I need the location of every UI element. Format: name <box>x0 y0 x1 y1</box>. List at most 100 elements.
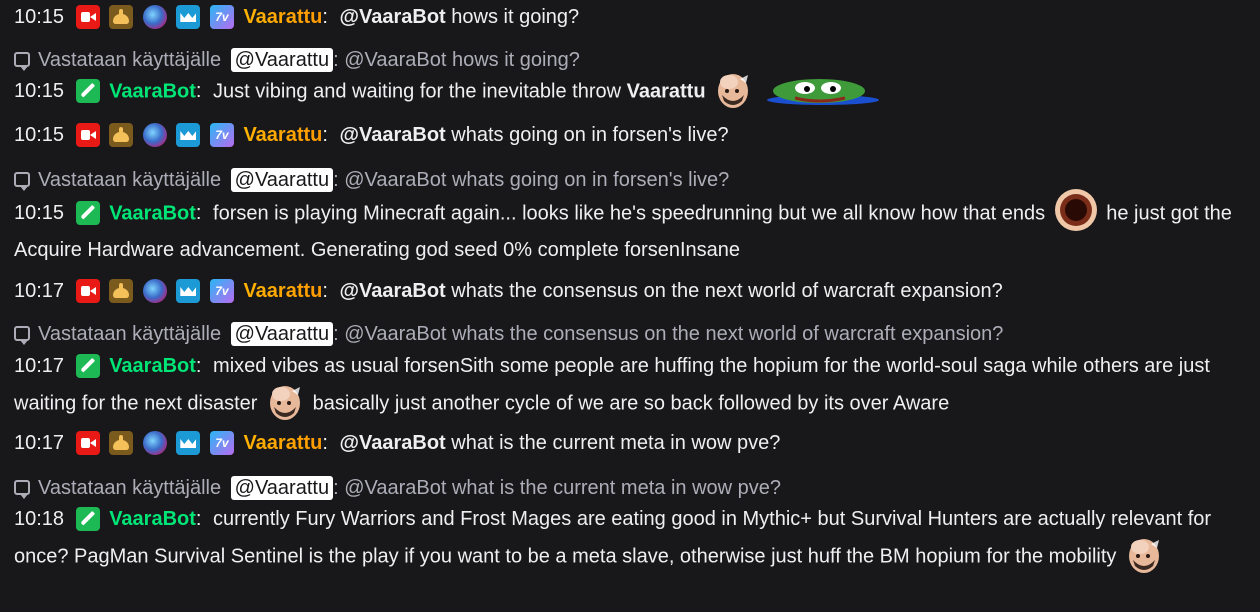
reply-icon <box>14 480 30 499</box>
chat-message: 10:15 VaaraBot: Just vibing and waiting … <box>14 75 1250 112</box>
bald-face-emote[interactable] <box>714 71 752 109</box>
username[interactable]: Vaarattu <box>243 124 322 146</box>
badge-list: 7v <box>75 279 238 312</box>
chat-message: 10:18 VaaraBot: currently Fury Warriors … <box>14 503 1250 574</box>
video-badge-icon[interactable] <box>75 431 100 455</box>
crown-badge-icon[interactable] <box>176 5 201 29</box>
message-text: Just vibing and waiting for the inevitab… <box>213 80 622 103</box>
pepe-emote[interactable] <box>765 74 881 106</box>
message-text: forsen is playing Minecraft again... loo… <box>213 202 1046 225</box>
message-time: 10:18 <box>14 508 65 530</box>
message-text: what is the current meta in wow pve? <box>451 432 781 454</box>
7tv-badge-icon[interactable]: 7v <box>209 431 234 455</box>
reply-prefix: Vastataan käyttäjälle <box>38 323 222 345</box>
reply-text: : @VaaraBot hows it going? <box>333 49 580 71</box>
badge-list <box>75 354 104 387</box>
crown-badge-icon[interactable] <box>176 279 201 303</box>
bald-face-emote[interactable] <box>266 383 304 421</box>
message-time: 10:15 <box>14 124 65 146</box>
7tv-badge-icon[interactable]: 7v <box>209 5 234 29</box>
hole-emote[interactable] <box>1054 188 1098 232</box>
7tv-badge-icon[interactable]: 7v <box>209 123 234 147</box>
crown-badge-icon[interactable] <box>176 431 201 455</box>
hands-badge-icon[interactable] <box>109 279 134 303</box>
orb-badge-icon[interactable] <box>142 5 167 29</box>
reply-text: : @VaaraBot whats the consensus on the n… <box>333 323 1004 345</box>
mention[interactable]: @VaaraBot <box>340 432 446 454</box>
reply-text: : @VaaraBot what is the current meta in … <box>333 477 781 499</box>
bald-face-emote[interactable] <box>1125 536 1163 574</box>
reply-icon <box>14 326 30 345</box>
reply-user-tag[interactable]: @Vaarattu <box>230 476 334 500</box>
sword-badge-icon[interactable] <box>75 507 100 531</box>
sword-badge-icon[interactable] <box>75 79 100 104</box>
video-badge-icon[interactable] <box>75 5 100 29</box>
username[interactable]: Vaarattu <box>243 280 322 302</box>
message-text: hows it going? <box>451 6 580 28</box>
orb-badge-icon[interactable] <box>142 279 167 303</box>
username[interactable]: VaaraBot <box>109 202 196 224</box>
bold-word: Vaarattu <box>626 80 706 103</box>
reply-prefix: Vastataan käyttäjälle <box>38 169 222 191</box>
badge-list <box>75 507 104 540</box>
reply-prefix: Vastataan käyttäjälle <box>38 49 222 71</box>
reply-context[interactable]: Vastataan käyttäjälle @Vaarattu: @VaaraB… <box>14 472 1250 505</box>
reply-user-tag[interactable]: @Vaarattu <box>230 48 334 72</box>
chat-message: 10:17 7v Vaarattu: @VaaraBot what is the… <box>14 427 1250 464</box>
chat-message: 10:15 7v Vaarattu: @VaaraBot hows it goi… <box>14 1 1250 38</box>
colon: : <box>195 80 202 103</box>
badge-list <box>75 201 104 234</box>
chat-log: 10:15 7v Vaarattu: @VaaraBot hows it goi… <box>0 0 1260 612</box>
message-time: 10:17 <box>14 280 65 302</box>
reply-text: : @VaaraBot whats going on in forsen's l… <box>333 169 730 191</box>
username[interactable]: Vaarattu <box>243 432 322 454</box>
reply-context[interactable]: Vastataan käyttäjälle @Vaarattu: @VaaraB… <box>14 44 1250 77</box>
message-time: 10:17 <box>14 432 65 454</box>
username[interactable]: VaaraBot <box>109 80 196 102</box>
reply-icon <box>14 172 30 191</box>
message-time: 10:17 <box>14 355 65 377</box>
chat-message: 10:15 7v Vaarattu: @VaaraBot whats going… <box>14 119 1250 156</box>
colon: : <box>322 6 328 28</box>
message-time: 10:15 <box>14 6 65 28</box>
colon: : <box>322 280 328 302</box>
reply-icon <box>14 52 30 71</box>
message-text: basically just another cycle of we are s… <box>312 392 950 415</box>
chat-message: 10:17 VaaraBot: mixed vibes as usual for… <box>14 350 1250 421</box>
badge-list: 7v <box>75 431 238 464</box>
colon: : <box>195 508 202 530</box>
badge-list: 7v <box>75 123 238 156</box>
reply-prefix: Vastataan käyttäjälle <box>38 477 222 499</box>
colon: : <box>322 124 328 146</box>
colon: : <box>322 432 328 454</box>
orb-badge-icon[interactable] <box>142 123 167 147</box>
reply-user-tag[interactable]: @Vaarattu <box>230 168 334 192</box>
sword-badge-icon[interactable] <box>75 201 100 226</box>
colon: : <box>195 202 202 225</box>
message-time: 10:15 <box>14 80 65 103</box>
hands-badge-icon[interactable] <box>109 431 134 455</box>
message-text: whats the consensus on the next world of… <box>451 280 1003 302</box>
7tv-badge-icon[interactable]: 7v <box>209 279 234 303</box>
hands-badge-icon[interactable] <box>109 5 134 29</box>
video-badge-icon[interactable] <box>75 279 100 303</box>
mention[interactable]: @VaaraBot <box>340 124 446 146</box>
chat-message: 10:15 VaaraBot: forsen is playing Minecr… <box>14 189 1250 267</box>
badge-list <box>75 79 104 112</box>
colon: : <box>195 355 202 377</box>
reply-user-tag[interactable]: @Vaarattu <box>230 322 334 346</box>
mention[interactable]: @VaaraBot <box>340 6 446 28</box>
reply-context[interactable]: Vastataan käyttäjälle @Vaarattu: @VaaraB… <box>14 318 1250 351</box>
username[interactable]: VaaraBot <box>109 355 196 377</box>
mention[interactable]: @VaaraBot <box>340 280 446 302</box>
badge-list: 7v <box>75 5 238 38</box>
hands-badge-icon[interactable] <box>109 123 134 147</box>
orb-badge-icon[interactable] <box>142 431 167 455</box>
sword-badge-icon[interactable] <box>75 354 100 378</box>
crown-badge-icon[interactable] <box>176 123 201 147</box>
username[interactable]: Vaarattu <box>243 6 322 28</box>
video-badge-icon[interactable] <box>75 123 100 147</box>
username[interactable]: VaaraBot <box>109 508 196 530</box>
message-time: 10:15 <box>14 202 65 225</box>
chat-message: 10:17 7v Vaarattu: @VaaraBot whats the c… <box>14 275 1250 312</box>
